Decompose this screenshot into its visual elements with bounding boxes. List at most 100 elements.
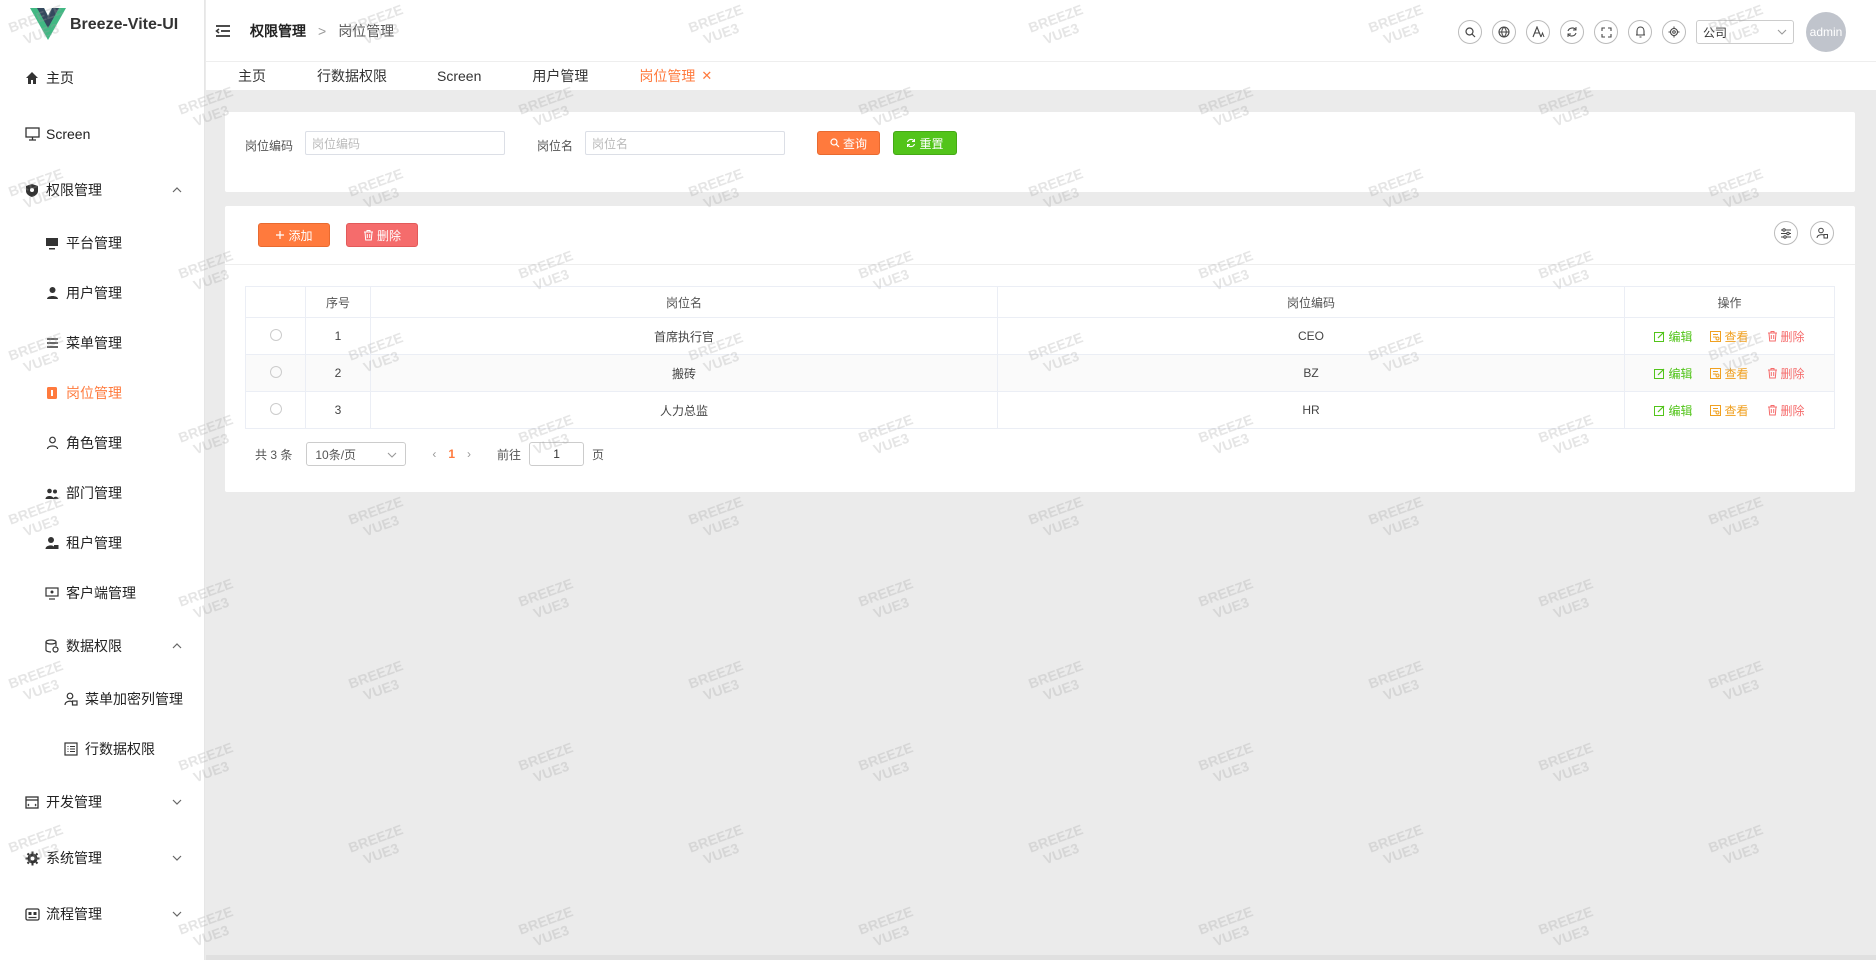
- sidebar-item-dev[interactable]: 开发管理: [0, 774, 204, 830]
- add-button[interactable]: 添加: [258, 223, 330, 247]
- bell-icon[interactable]: [1628, 20, 1652, 44]
- sidebar-item-system[interactable]: 系统管理: [0, 830, 204, 886]
- table-row[interactable]: 3 人力总监 HR 编辑 查看 删除: [245, 391, 1835, 429]
- sidebar-item-users[interactable]: 用户管理: [0, 268, 204, 318]
- delete-button[interactable]: 删除: [1767, 402, 1805, 419]
- watermark-text: BREEZE VUE3: [856, 903, 916, 950]
- cell-actions: 编辑 查看 删除: [1624, 317, 1835, 355]
- cell-actions: 编辑 查看 删除: [1624, 354, 1835, 392]
- watermark-text: BREEZE VUE3: [1536, 903, 1596, 950]
- chevron-down-icon: [1777, 29, 1787, 35]
- search-icon[interactable]: [1458, 20, 1482, 44]
- reset-button[interactable]: 重置: [893, 131, 957, 155]
- sidebar-item-menus[interactable]: 菜单管理: [0, 318, 204, 368]
- tab-row-data[interactable]: 行数据权限: [317, 66, 387, 86]
- tab-users[interactable]: 用户管理: [532, 66, 588, 86]
- sidebar-item-permissions[interactable]: 权限管理: [0, 162, 204, 218]
- row-radio[interactable]: [269, 328, 282, 341]
- refresh-icon[interactable]: [1560, 20, 1584, 44]
- sidebar-item-label: 岗位管理: [66, 385, 122, 401]
- row-radio[interactable]: [269, 365, 282, 378]
- edit-label: 编辑: [1668, 366, 1693, 381]
- goto-suffix: 页: [592, 447, 605, 462]
- position-name-label: 岗位名: [537, 139, 574, 153]
- edit-button[interactable]: 编辑: [1654, 365, 1692, 382]
- edit-button[interactable]: 编辑: [1654, 402, 1692, 419]
- page-number[interactable]: 1: [448, 447, 455, 461]
- view-label: 查看: [1724, 329, 1749, 344]
- sidebar-item-label: 系统管理: [46, 850, 102, 866]
- watermark-text: BREEZE VUE3: [1196, 575, 1256, 622]
- table-row[interactable]: 2 搬砖 BZ 编辑 查看 删除: [245, 354, 1835, 392]
- watermark-text: BREEZE VUE3: [346, 821, 406, 868]
- column-header-index[interactable]: 序号: [305, 286, 371, 318]
- fullscreen-icon[interactable]: [1594, 20, 1618, 44]
- globe-icon[interactable]: [1492, 20, 1516, 44]
- cell-name: 人力总监: [370, 391, 998, 429]
- avatar[interactable]: admin: [1806, 12, 1846, 52]
- prev-page-icon[interactable]: ‹: [432, 447, 436, 461]
- sidebar-item-positions[interactable]: 岗位管理: [0, 368, 204, 418]
- sidebar-item-home[interactable]: 主页: [0, 50, 204, 106]
- sidebar-item-screen[interactable]: Screen: [0, 106, 204, 162]
- sidebar-item-clients[interactable]: 客户端管理: [0, 568, 204, 618]
- query-button[interactable]: 查询: [817, 131, 880, 155]
- batch-delete-button[interactable]: 删除: [346, 223, 418, 247]
- pagination: 共 3 条 10条/页 ‹ 1 › 前往 1 页: [255, 442, 604, 466]
- sidebar-item-departments[interactable]: 部门管理: [0, 468, 204, 518]
- delete-button[interactable]: 删除: [1767, 365, 1805, 382]
- position-name-input[interactable]: 岗位名: [585, 131, 785, 155]
- page-size-select[interactable]: 10条/页: [306, 442, 407, 466]
- sidebar-item-platform[interactable]: 平台管理: [0, 218, 204, 268]
- desktop-icon: [44, 235, 60, 251]
- sidebar: Breeze-Vite-UI 主页 Screen 权限管理 平台管理 用户管理 …: [0, 0, 205, 960]
- column-header-name[interactable]: 岗位名: [370, 286, 998, 318]
- trash-icon: [363, 230, 373, 241]
- edit-button[interactable]: 编辑: [1654, 328, 1692, 345]
- tab-label: 岗位管理: [639, 68, 696, 84]
- sidebar-item-workflow[interactable]: 流程管理: [0, 886, 204, 942]
- view-button[interactable]: 查看: [1710, 328, 1749, 345]
- position-code-input[interactable]: 岗位编码: [305, 131, 505, 155]
- column-settings-icon[interactable]: [1810, 221, 1834, 245]
- column-header-code[interactable]: 岗位编码: [997, 286, 1625, 318]
- watermark-text: BREEZE VUE3: [1026, 821, 1086, 868]
- company-select[interactable]: 公司: [1696, 20, 1794, 44]
- row-radio[interactable]: [269, 402, 282, 415]
- row-select-cell: [245, 391, 306, 429]
- tab-screen[interactable]: Screen: [437, 68, 481, 84]
- code-icon: [24, 794, 40, 810]
- view-button[interactable]: 查看: [1710, 402, 1749, 419]
- table-row[interactable]: 1 首席执行官 CEO 编辑 查看 删除: [245, 317, 1835, 355]
- sidebar-item-roles[interactable]: 角色管理: [0, 418, 204, 468]
- view-button[interactable]: 查看: [1710, 365, 1749, 382]
- sidebar-item-label: 数据权限: [66, 638, 122, 654]
- tab-home[interactable]: 主页: [238, 66, 266, 86]
- next-page-icon[interactable]: ›: [467, 447, 471, 461]
- sidebar-item-row-data[interactable]: 行数据权限: [0, 724, 204, 774]
- delete-button[interactable]: 删除: [1767, 328, 1805, 345]
- user-icon: [44, 285, 60, 301]
- breadcrumb-separator: >: [318, 23, 327, 39]
- cell-index: 2: [305, 354, 371, 392]
- refresh-icon: [907, 138, 916, 148]
- app-logo[interactable]: Breeze-Vite-UI: [0, 0, 204, 50]
- tab-positions[interactable]: 岗位管理 ✕: [639, 66, 712, 86]
- font-size-icon[interactable]: [1526, 20, 1550, 44]
- sidebar-item-tenants[interactable]: 租户管理: [0, 518, 204, 568]
- edit-icon: [1654, 331, 1665, 342]
- sidebar-item-label: 开发管理: [46, 794, 102, 810]
- breadcrumb-item[interactable]: 权限管理: [250, 21, 306, 41]
- chevron-down-icon: [172, 855, 182, 861]
- menu-fold-icon[interactable]: [214, 22, 232, 40]
- watermark-text: BREEZE VUE3: [686, 493, 746, 540]
- close-icon[interactable]: ✕: [701, 68, 712, 84]
- sidebar-item-data-permissions[interactable]: 数据权限: [0, 618, 204, 674]
- goto-page-input[interactable]: 1: [529, 442, 585, 466]
- filter-settings-icon[interactable]: [1774, 221, 1798, 245]
- watermark-text: BREEZE VUE3: [686, 657, 746, 704]
- tab-bar: 主页 行数据权限 Screen 用户管理 岗位管理 ✕: [206, 62, 1876, 90]
- gear-icon[interactable]: [1662, 20, 1686, 44]
- user-outline-icon: [44, 435, 60, 451]
- sidebar-item-menu-encryption[interactable]: 菜单加密列管理: [0, 674, 204, 724]
